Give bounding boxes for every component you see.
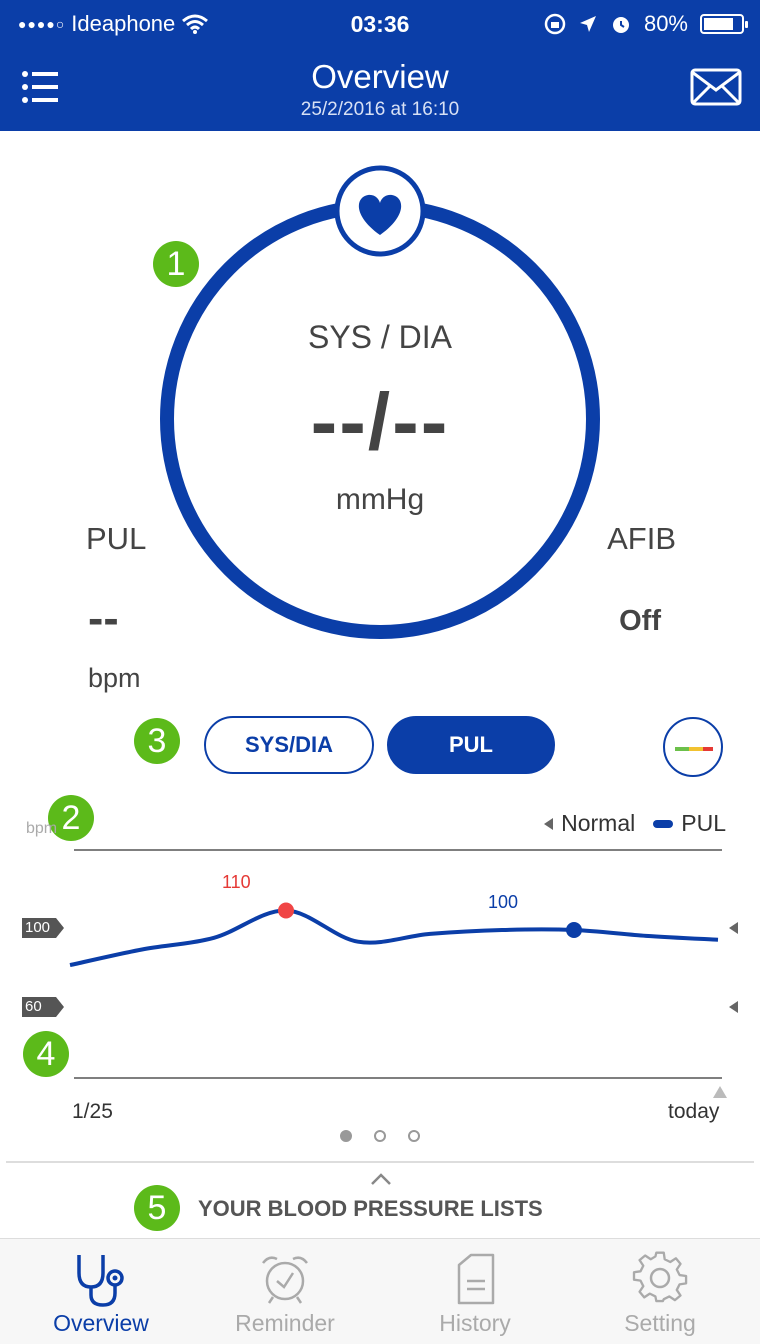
normal-lower-marker (729, 1001, 738, 1013)
tab-label: History (439, 1310, 511, 1336)
x-end-label: today (668, 1100, 720, 1123)
range-red-segment (703, 747, 713, 751)
sys-dia-toggle-button[interactable]: SYS/DIA (204, 716, 374, 774)
document-icon (457, 1253, 495, 1305)
tab-reminder[interactable]: Reminder (190, 1239, 380, 1344)
chart-canvas (69, 849, 727, 1098)
battery-percent: 80% (643, 11, 688, 36)
pulse-chart[interactable]: bpm Normal PUL 100 60 110 100 1/25 today (0, 790, 760, 1130)
location-arrow-icon (579, 16, 596, 32)
alarm-clock-icon (262, 1256, 308, 1304)
range-green-segment (675, 747, 689, 751)
top-bar: ●●●●○ Ideaphone 03:36 80% Overview 25/2/… (0, 0, 760, 131)
mail-icon[interactable] (690, 68, 742, 106)
data-point-100[interactable] (566, 922, 582, 938)
pul-label: PUL (86, 521, 147, 556)
callout-badge-5: 5 (134, 1185, 180, 1231)
alarm-icon (612, 17, 629, 33)
legend-pul: PUL (681, 810, 726, 836)
section-divider (6, 1161, 754, 1163)
point-value-label: 100 (488, 892, 519, 912)
page-dot[interactable] (408, 1130, 420, 1142)
range-yellow-segment (689, 747, 703, 751)
y-tick-100: 100 (22, 918, 64, 938)
status-bar: ●●●●○ Ideaphone 03:36 80% (0, 0, 760, 48)
x-start-label: 1/25 (72, 1100, 113, 1123)
blood-pressure-lists-title[interactable]: YOUR BLOOD PRESSURE LISTS (198, 1196, 543, 1222)
reading-gauge: SYS / DIA --/-- mmHg PUL -- bpm AFIB Off (0, 131, 760, 711)
battery-fill (704, 18, 733, 30)
pul-legend-swatch (653, 819, 674, 828)
gear-icon (632, 1251, 688, 1303)
callout-badge-1: 1 (153, 241, 199, 287)
chevron-up-icon[interactable] (370, 1172, 392, 1186)
tab-bar: Overview Reminder History Setting (0, 1238, 760, 1344)
sys-dia-value: --/-- (310, 377, 450, 466)
today-marker (713, 1086, 727, 1098)
tab-overview[interactable]: Overview (6, 1239, 196, 1344)
afib-label: AFIB (607, 521, 676, 556)
pul-toggle-button[interactable]: PUL (387, 716, 555, 774)
tab-label: Reminder (235, 1310, 335, 1336)
pul-series-line (69, 908, 719, 968)
status-right: 80% (544, 11, 748, 37)
afib-value: Off (619, 605, 661, 637)
legend-normal: Normal (561, 810, 636, 836)
pul-value: -- (88, 592, 119, 644)
page-indicator[interactable] (0, 1130, 760, 1142)
chart-legend: Normal PUL (544, 810, 726, 837)
tab-setting[interactable]: Setting (565, 1239, 755, 1344)
page-title: Overview (311, 58, 449, 95)
sys-dia-label: SYS / DIA (307, 319, 453, 355)
callout-badge-3: 3 (134, 718, 180, 764)
battery-icon (700, 14, 748, 34)
pul-unit: bpm (88, 663, 141, 693)
data-point-110[interactable] (278, 902, 294, 919)
pressure-unit: mmHg (335, 483, 425, 516)
normal-upper-marker (729, 922, 738, 934)
stethoscope-icon (77, 1255, 124, 1307)
chart-unit: bpm (26, 820, 58, 837)
tab-label: Setting (624, 1310, 696, 1336)
tab-label: Overview (53, 1310, 149, 1336)
page-dot[interactable] (374, 1130, 386, 1142)
measurement-datetime: 25/2/2016 at 16:10 (300, 99, 460, 120)
page-dot[interactable] (340, 1130, 352, 1142)
normal-range-button[interactable] (663, 717, 723, 777)
normal-range-triangle-icon (544, 817, 554, 830)
rotation-lock-icon (544, 13, 566, 35)
peak-value-label: 110 (222, 872, 251, 892)
tab-history[interactable]: History (380, 1239, 570, 1344)
y-tick-60: 60 (22, 997, 64, 1017)
